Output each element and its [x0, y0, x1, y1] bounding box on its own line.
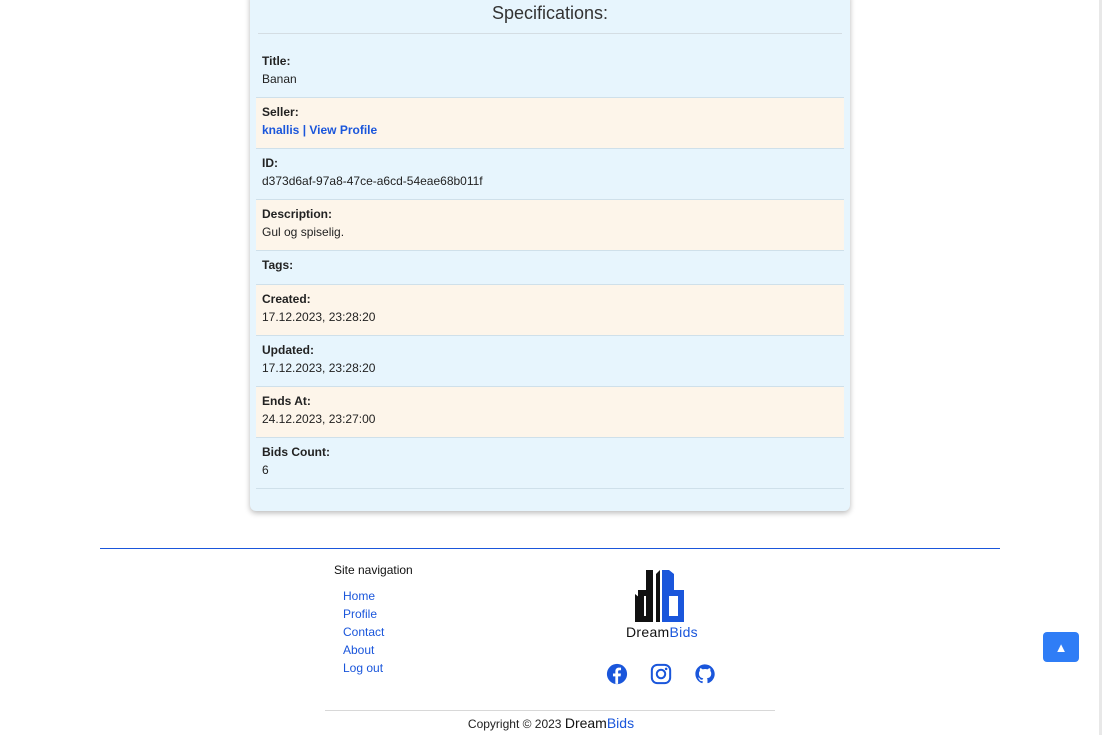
scroll-to-top-button[interactable]: ▲: [1043, 632, 1079, 662]
spec-label: Tags:: [262, 258, 294, 272]
spec-label: Seller:: [262, 105, 299, 119]
spec-row-bids-count: Bids Count: 6: [256, 438, 844, 489]
brand-bids: Bids: [606, 715, 635, 731]
footer-nav: Home Profile Contact About Log out: [343, 587, 384, 677]
spec-row-id: ID: d373d6af-97a8-47ce-a6cd-54eae68b011f: [256, 149, 844, 200]
facebook-icon[interactable]: [606, 663, 628, 685]
spec-value: 17.12.2023, 23:28:20: [262, 361, 376, 375]
github-icon[interactable]: [694, 663, 716, 685]
brand-dream: Dream: [564, 715, 607, 731]
spec-label: Bids Count:: [262, 445, 330, 459]
copyright-brand: DreamBids: [565, 715, 634, 731]
brand-dream: Dream: [626, 624, 670, 640]
spec-label: Ends At:: [262, 394, 311, 408]
spec-value: Banan: [262, 72, 297, 86]
specifications-card: Specifications: Title: Banan Seller: kna…: [250, 0, 850, 511]
spec-row-ends-at: Ends At: 24.12.2023, 23:27:00: [256, 387, 844, 438]
nav-link-contact[interactable]: Contact: [343, 623, 384, 641]
nav-link-home[interactable]: Home: [343, 587, 384, 605]
nav-link-profile[interactable]: Profile: [343, 605, 384, 623]
nav-link-log-out[interactable]: Log out: [343, 659, 384, 677]
spec-value: Gul og spiselig.: [262, 225, 345, 239]
nav-link-about[interactable]: About: [343, 641, 384, 659]
spec-row-tags: Tags:: [256, 251, 844, 285]
spec-label: Updated:: [262, 343, 314, 357]
spec-label: Created:: [262, 292, 311, 306]
footer-divider: [100, 548, 1000, 549]
social-links: [606, 663, 716, 685]
specifications-heading: Specifications:: [258, 0, 842, 34]
logo-wordmark: DreamBids: [626, 624, 698, 640]
spec-label: ID:: [262, 156, 278, 170]
spec-row-seller: Seller: knallis | View Profile: [256, 98, 844, 149]
brand-bids: Bids: [669, 624, 698, 640]
copyright: Copyright © 2023 DreamBids: [0, 715, 1102, 731]
footer-nav-title: Site navigation: [334, 563, 413, 577]
spec-value: 17.12.2023, 23:28:20: [262, 310, 376, 324]
copyright-text: Copyright © 2023: [467, 717, 562, 731]
spec-label: Title:: [262, 54, 291, 68]
spec-row-description: Description: Gul og spiselig.: [256, 200, 844, 251]
seller-profile-link[interactable]: knallis | View Profile: [262, 121, 844, 139]
spec-value: 6: [262, 463, 269, 477]
spec-row-title: Title: Banan: [256, 47, 844, 98]
copyright-divider: [325, 710, 775, 711]
specifications-list: Title: Banan Seller: knallis | View Prof…: [256, 47, 844, 489]
spec-row-updated: Updated: 17.12.2023, 23:28:20: [256, 336, 844, 387]
instagram-icon[interactable]: [650, 663, 672, 685]
spec-row-created: Created: 17.12.2023, 23:28:20: [256, 285, 844, 336]
arrow-up-icon: ▲: [1054, 639, 1068, 655]
spec-label: Description:: [262, 207, 333, 221]
spec-value: d373d6af-97a8-47ce-a6cd-54eae68b011f: [262, 174, 483, 188]
spec-value: 24.12.2023, 23:27:00: [262, 412, 376, 426]
